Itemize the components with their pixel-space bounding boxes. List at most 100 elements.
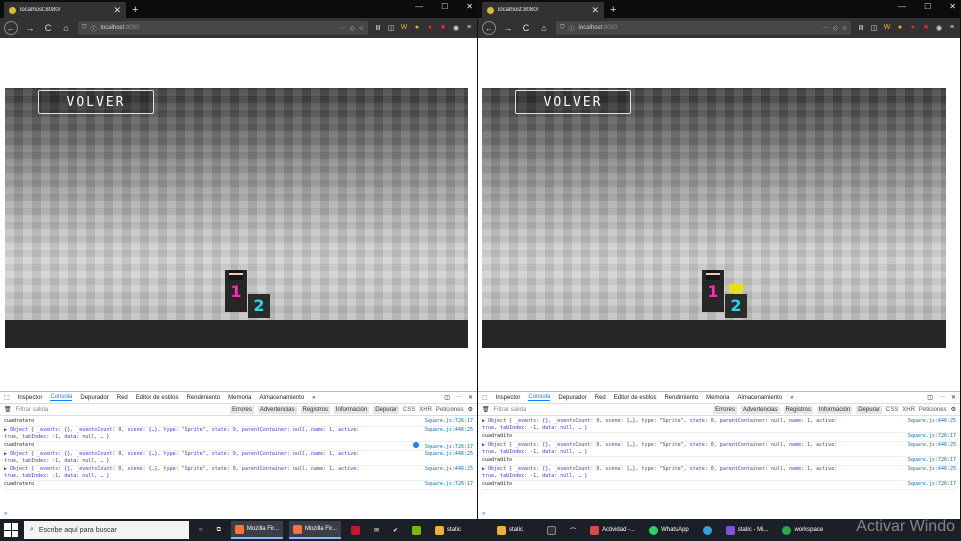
log-source[interactable]: Square.js:446:25 xyxy=(425,451,473,465)
close-tab-icon[interactable]: ✕ xyxy=(113,5,121,16)
volver-button[interactable]: VOLVER xyxy=(38,90,154,114)
log-source[interactable]: Square.js:726:17 xyxy=(908,481,956,489)
maximize-button[interactable]: ☐ xyxy=(924,2,931,11)
log-message[interactable]: ▶ Object { _events: {}, _eventsCount: 0,… xyxy=(4,466,370,480)
url-bar[interactable]: ⛉ ⓘ localhost:8080 ··· ◇ ☆ xyxy=(78,21,368,35)
browser-tab[interactable]: localhost:8080/ ✕ xyxy=(482,2,604,18)
url-bar[interactable]: ⛉ ⓘ localhost:8080 ··· ◇ ☆ xyxy=(556,21,851,35)
task-view-icon[interactable]: ⧉ xyxy=(213,521,225,539)
log-source[interactable]: Square.js:446:25 xyxy=(908,418,956,432)
filter-debug[interactable]: Depurar xyxy=(373,405,399,414)
filter-xhr[interactable]: XHR xyxy=(902,407,915,413)
extension-icon[interactable]: ● xyxy=(896,24,904,32)
taskbar-app[interactable]: workspace xyxy=(778,521,827,539)
devtools-tab[interactable]: » xyxy=(312,395,315,401)
browser-tab[interactable]: localhost:8080/ ✕ xyxy=(4,2,126,18)
account-icon[interactable]: ◉ xyxy=(452,24,460,32)
nvidia-icon[interactable] xyxy=(408,521,425,539)
devtools-tab[interactable]: Memoria xyxy=(706,395,729,401)
devtools-tab[interactable]: Depurador xyxy=(558,395,586,401)
filter-warnings[interactable]: Advertencias xyxy=(257,405,297,414)
log-source[interactable]: Square.js:446:25 xyxy=(908,442,956,456)
filter-debug[interactable]: Depurar xyxy=(856,405,882,414)
devtools-tab[interactable]: Consola xyxy=(528,394,551,401)
game-canvas[interactable]: VOLVER 1 2 xyxy=(482,88,946,348)
menu-icon[interactable]: ≡ xyxy=(948,24,956,32)
taskbar-search[interactable]: ⌕ Escribe aquí para buscar xyxy=(24,521,189,539)
log-message[interactable]: ▶ Object { _events: {}, _eventsCount: 0,… xyxy=(482,466,852,480)
pocket-icon[interactable]: ◇ xyxy=(833,25,838,32)
devtools-tab[interactable]: Inspector xyxy=(18,395,43,401)
extension-icon[interactable]: W xyxy=(400,24,408,32)
more-options-icon[interactable]: ··· xyxy=(939,394,945,401)
network-icon[interactable]: ⌒ xyxy=(566,521,580,539)
minimize-button[interactable]: — xyxy=(898,2,906,11)
filter-input[interactable]: Filtrar salida xyxy=(16,407,227,413)
terminal-icon[interactable] xyxy=(543,521,560,539)
trash-icon[interactable]: 🗑 xyxy=(482,406,490,413)
forward-button[interactable]: → xyxy=(502,23,514,33)
taskbar-app[interactable]: Actividad -... xyxy=(586,521,639,539)
taskbar-app[interactable]: Mozilla Fir... xyxy=(288,521,341,539)
log-message[interactable]: ▶ Object { _events: {}, _eventsCount: 0,… xyxy=(4,427,370,441)
log-source[interactable]: Square.js:726:17 xyxy=(425,481,473,489)
devtools-tab[interactable]: Memoria xyxy=(228,395,251,401)
page-actions-icon[interactable]: ··· xyxy=(823,25,829,31)
close-window-button[interactable]: ✕ xyxy=(466,2,473,11)
devtools-tab[interactable]: Editor de estilos xyxy=(136,395,179,401)
taskbar-app[interactable]: static - Mi... xyxy=(722,521,773,539)
close-window-button[interactable]: ✕ xyxy=(949,2,956,11)
checkmark-icon[interactable]: ✔ xyxy=(389,521,402,539)
filter-xhr[interactable]: XHR xyxy=(419,407,432,413)
devtools-tab[interactable]: » xyxy=(790,395,793,401)
settings-icon[interactable]: ⚙ xyxy=(468,406,473,413)
game-canvas[interactable]: VOLVER 1 2 xyxy=(5,88,468,348)
bookmark-star-icon[interactable]: ☆ xyxy=(359,25,364,32)
dock-icon[interactable]: ◫ xyxy=(444,394,450,401)
new-tab-button[interactable]: + xyxy=(604,2,622,18)
close-devtools-icon[interactable]: ✕ xyxy=(468,394,473,401)
taskbar-app[interactable]: static xyxy=(431,521,465,539)
minimize-button[interactable]: — xyxy=(415,2,423,11)
back-button[interactable]: ← xyxy=(4,21,18,35)
filter-warnings[interactable]: Advertencias xyxy=(740,405,780,414)
app-icon[interactable] xyxy=(347,521,364,539)
devtools-tab[interactable]: Depurador xyxy=(80,395,108,401)
filter-errors[interactable]: Errores xyxy=(713,405,737,414)
devtools-tab[interactable]: Almacenamiento xyxy=(259,395,304,401)
filter-info[interactable]: Información xyxy=(333,405,370,414)
devtools-tab[interactable]: Red xyxy=(117,395,128,401)
more-options-icon[interactable]: ··· xyxy=(456,394,462,401)
console-prompt[interactable]: » xyxy=(4,511,7,517)
devtools-tab[interactable]: Red xyxy=(595,395,606,401)
filter-info[interactable]: Información xyxy=(816,405,853,414)
home-button[interactable]: ⌂ xyxy=(538,23,550,33)
extension-icon[interactable]: ■ xyxy=(922,24,930,32)
log-message[interactable]: ▶ Object { _events: {}, _eventsCount: 0,… xyxy=(4,451,370,465)
menu-icon[interactable]: ≡ xyxy=(465,24,473,32)
devtools-tab[interactable]: Rendimiento xyxy=(664,395,698,401)
log-source[interactable]: Square.js:726:17 xyxy=(412,442,473,450)
filter-requests[interactable]: Peticiones xyxy=(919,407,947,413)
log-message[interactable]: ▶ Object { _events: {}, _eventsCount: 0,… xyxy=(482,418,852,432)
windows-start-icon[interactable] xyxy=(4,523,18,537)
filter-input[interactable]: Filtrar salida xyxy=(494,407,710,413)
filter-logs[interactable]: Registros xyxy=(783,405,813,414)
taskbar-app[interactable]: static xyxy=(493,521,527,539)
extension-icon[interactable]: ● xyxy=(426,24,434,32)
back-button[interactable]: ← xyxy=(482,21,496,35)
pocket-icon[interactable]: ◇ xyxy=(350,25,355,32)
pick-element-icon[interactable]: ⬚ xyxy=(4,394,10,401)
sidebar-icon[interactable]: ◫ xyxy=(870,24,878,32)
sidebar-icon[interactable]: ◫ xyxy=(387,24,395,32)
console-prompt[interactable]: » xyxy=(482,511,485,517)
filter-requests[interactable]: Peticiones xyxy=(436,407,464,413)
mail-icon[interactable]: ✉ xyxy=(370,521,383,539)
pick-element-icon[interactable]: ⬚ xyxy=(482,394,488,401)
maximize-button[interactable]: ☐ xyxy=(441,2,448,11)
reload-button[interactable]: C xyxy=(42,23,54,33)
filter-css[interactable]: CSS xyxy=(886,407,898,413)
page-actions-icon[interactable]: ··· xyxy=(340,25,346,31)
account-icon[interactable]: ◉ xyxy=(935,24,943,32)
extension-icon[interactable]: ● xyxy=(413,24,421,32)
